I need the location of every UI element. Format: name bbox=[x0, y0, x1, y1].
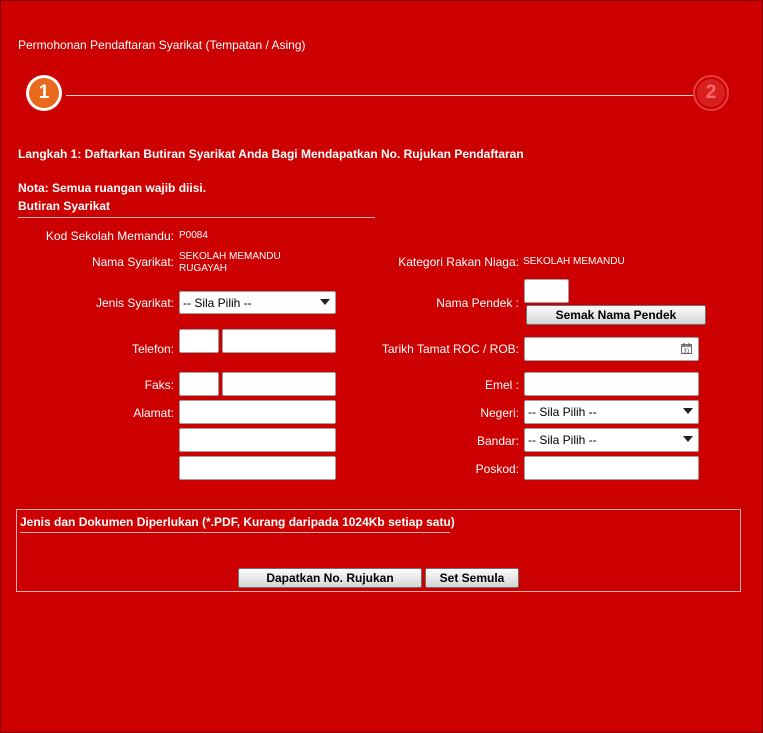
alamat-line1-input[interactable] bbox=[179, 400, 336, 424]
emel-input[interactable] bbox=[524, 372, 699, 396]
nama-syarikat-line1: SEKOLAH MEMANDU bbox=[179, 251, 281, 262]
page-frame bbox=[0, 0, 763, 733]
jenis-syarikat-selected: -- Sila Pilih -- bbox=[183, 295, 252, 310]
bandar-select[interactable]: -- Sila Pilih -- bbox=[524, 428, 699, 452]
step-1-indicator: 1 bbox=[26, 75, 62, 111]
kategori-value: SEKOLAH MEMANDU bbox=[523, 256, 625, 267]
set-semula-button[interactable]: Set Semula bbox=[425, 568, 519, 588]
nama-syarikat-line2: RUGAYAH bbox=[179, 263, 227, 274]
alamat-label: Alamat: bbox=[133, 406, 174, 420]
kod-sekolah-label: Kod Sekolah Memandu: bbox=[45, 229, 174, 243]
jenis-syarikat-select[interactable]: -- Sila Pilih -- bbox=[179, 291, 336, 314]
semak-nama-pendek-button[interactable]: Semak Nama Pendek bbox=[526, 305, 706, 325]
negeri-label: Negeri: bbox=[480, 406, 519, 420]
chevron-down-icon bbox=[683, 408, 693, 414]
nama-pendek-label: Nama Pendek : bbox=[436, 296, 519, 310]
poskod-label: Poskod: bbox=[475, 462, 519, 476]
alamat-line3-input[interactable] bbox=[179, 456, 336, 480]
tarikh-tamat-label: Tarikh Tamat ROC / ROB: bbox=[381, 342, 519, 356]
documents-divider bbox=[20, 532, 450, 533]
jenis-syarikat-label: Jenis Syarikat: bbox=[95, 296, 174, 310]
telefon-label: Telefon: bbox=[131, 342, 174, 356]
section-divider bbox=[18, 217, 375, 218]
alamat-line2-input[interactable] bbox=[179, 428, 336, 452]
step-2-indicator: 2 bbox=[693, 75, 729, 111]
bandar-label: Bandar: bbox=[476, 434, 519, 448]
chevron-down-icon bbox=[683, 436, 693, 442]
poskod-input[interactable] bbox=[524, 456, 699, 480]
nama-pendek-input[interactable] bbox=[524, 279, 569, 303]
kod-sekolah-value: P0084 bbox=[179, 230, 208, 241]
step-2-number: 2 bbox=[697, 79, 725, 107]
telefon-number-input[interactable] bbox=[222, 329, 336, 353]
tarikh-tamat-input[interactable]: 31 bbox=[524, 337, 699, 361]
negeri-select[interactable]: -- Sila Pilih -- bbox=[524, 400, 699, 424]
required-note: Nota: Semua ruangan wajib diisi. bbox=[18, 181, 207, 195]
section-title: Butiran Syarikat bbox=[18, 199, 111, 213]
dapatkan-no-rujukan-button[interactable]: Dapatkan No. Rujukan bbox=[238, 568, 422, 588]
faks-prefix-input[interactable] bbox=[179, 372, 219, 396]
documents-title: Jenis dan Dokumen Diperlukan (*.PDF, Kur… bbox=[20, 515, 455, 529]
nama-syarikat-value: SEKOLAH MEMANDU RUGAYAH bbox=[179, 251, 281, 275]
calendar-icon[interactable]: 31 bbox=[681, 343, 692, 354]
faks-number-input[interactable] bbox=[222, 372, 336, 396]
step-1-number: 1 bbox=[29, 78, 59, 108]
negeri-selected: -- Sila Pilih -- bbox=[528, 405, 597, 419]
faks-label: Faks: bbox=[144, 378, 174, 392]
kategori-label: Kategori Rakan Niaga: bbox=[398, 255, 519, 269]
step-heading: Langkah 1: Daftarkan Butiran Syarikat An… bbox=[18, 147, 524, 161]
stepper-line bbox=[66, 95, 694, 96]
bandar-selected: -- Sila Pilih -- bbox=[528, 433, 597, 447]
chevron-down-icon bbox=[320, 299, 330, 305]
nama-syarikat-label: Nama Syarikat: bbox=[91, 255, 174, 269]
telefon-prefix-input[interactable] bbox=[179, 329, 219, 353]
calendar-day: 31 bbox=[683, 349, 689, 355]
page-title: Permohonan Pendaftaran Syarikat (Tempata… bbox=[18, 38, 306, 52]
emel-label: Emel : bbox=[484, 378, 519, 392]
